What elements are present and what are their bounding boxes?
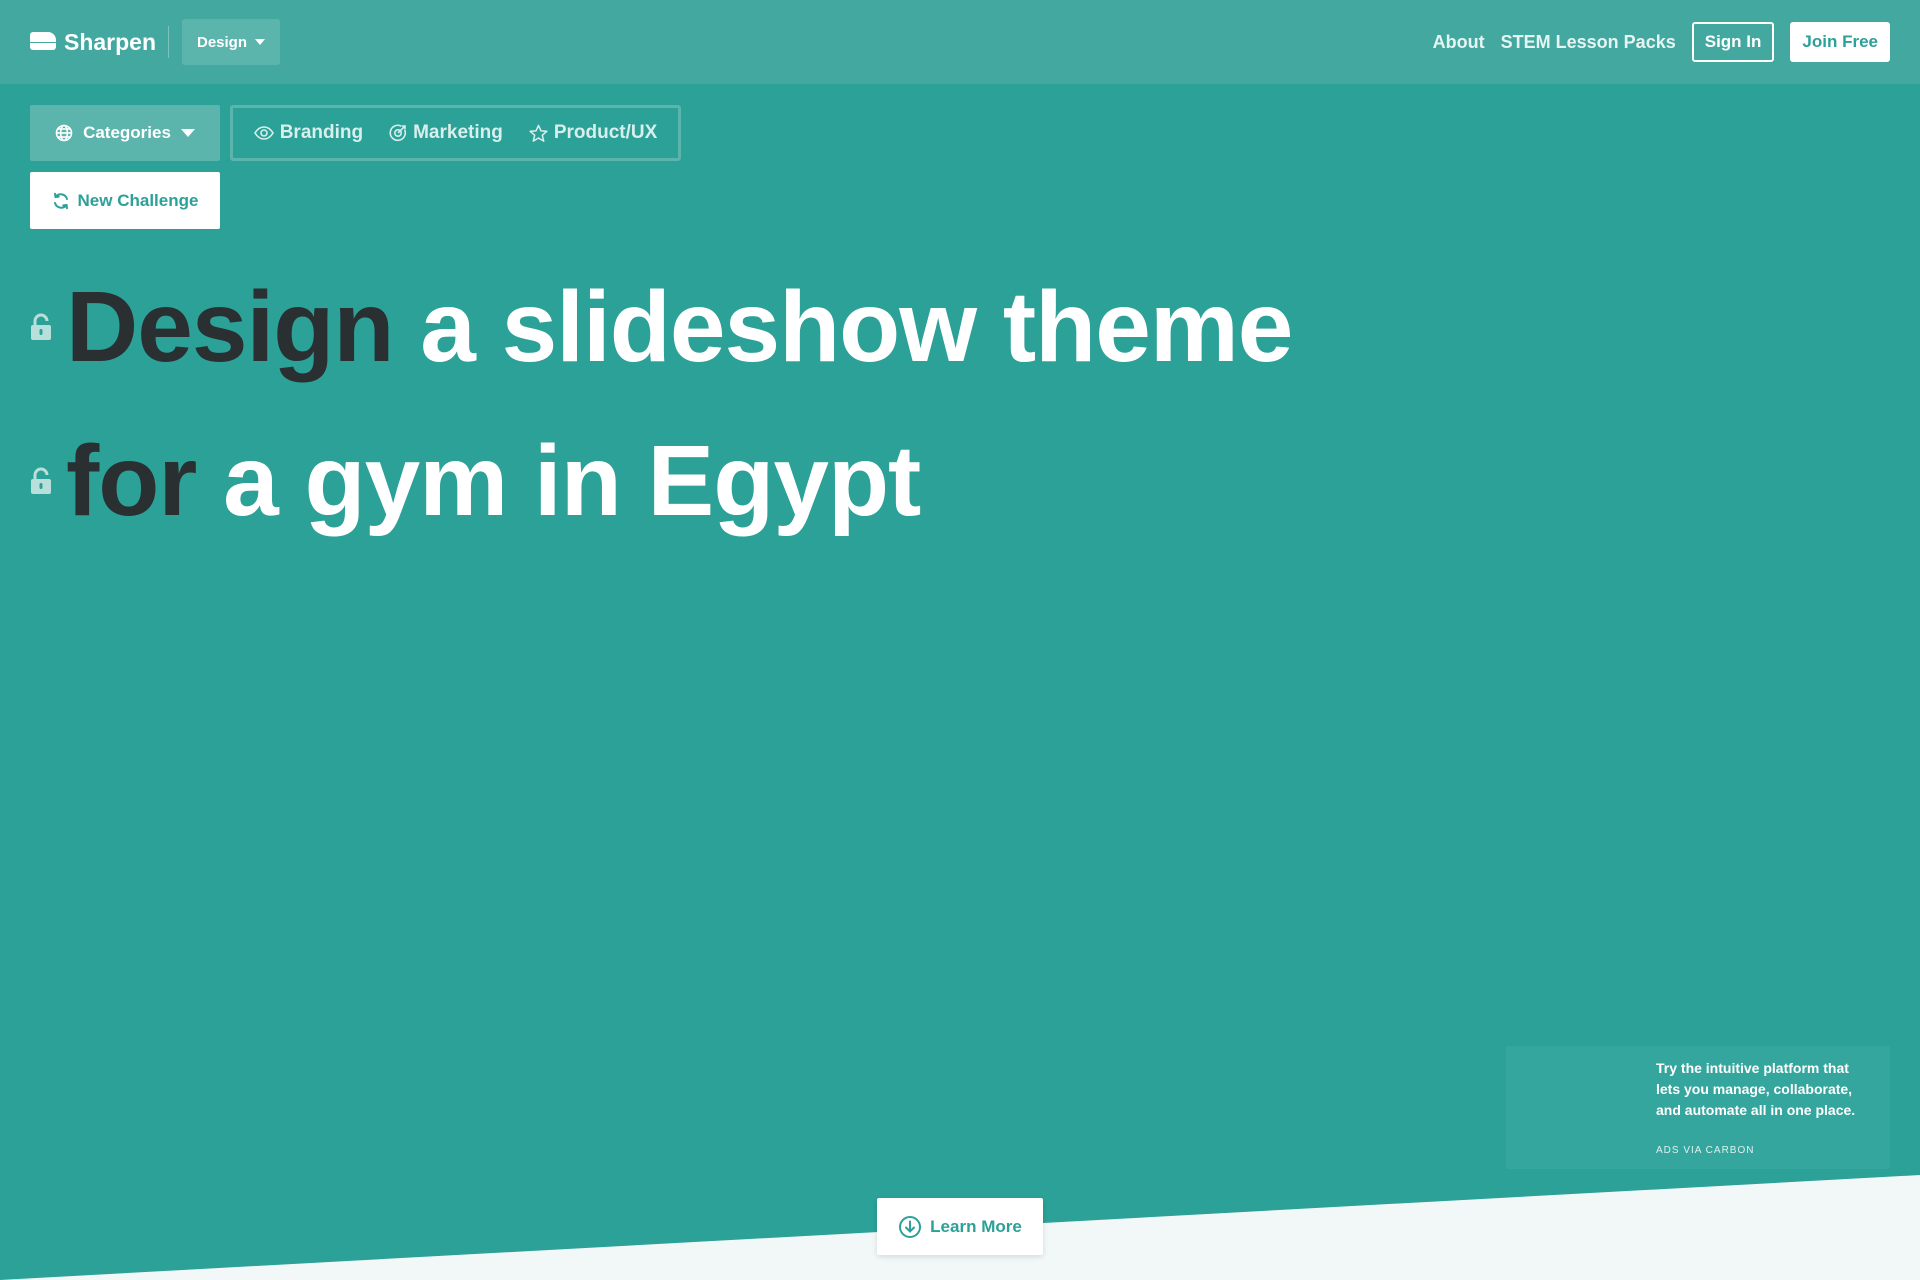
ad-label[interactable]: ADS VIA CARBON (1656, 1145, 1754, 1156)
category-product-ux[interactable]: Product/UX (529, 122, 657, 144)
globe-icon (55, 124, 73, 142)
logo-text: Sharpen (64, 28, 157, 55)
logo-icon (30, 32, 56, 52)
mode-dropdown[interactable]: Design (182, 19, 280, 65)
category-marketing[interactable]: Marketing (389, 122, 503, 144)
stem-lesson-packs-link[interactable]: STEM Lesson Packs (1501, 32, 1676, 53)
categories-label: Categories (83, 123, 171, 142)
about-link[interactable]: About (1433, 32, 1485, 53)
unlock-icon[interactable] (30, 467, 52, 495)
category-label: Product/UX (553, 122, 658, 143)
mode-dropdown-label: Design (196, 33, 247, 51)
prompt-headline-1: Design a slideshow theme (66, 271, 1293, 383)
learn-more-button[interactable]: Learn More (877, 1198, 1043, 1255)
target-icon (389, 124, 407, 142)
nav-divider (168, 26, 169, 58)
star-icon (529, 124, 548, 143)
arrow-down-circle-icon (898, 1215, 922, 1239)
prompt-client: a gym in Egypt (223, 425, 921, 537)
prompt-line-2: for a gym in Egypt (30, 425, 921, 537)
learn-more-label: Learn More (930, 1216, 1022, 1236)
nav-right: About STEM Lesson Packs Sign In Join Fre… (1433, 22, 1890, 62)
prompt-subject[interactable]: Design (66, 271, 394, 383)
unlock-icon[interactable] (30, 313, 52, 341)
category-branding[interactable]: Branding (253, 122, 364, 144)
category-label: Marketing (413, 122, 503, 143)
ad-text[interactable]: Try the intuitive platform that lets you… (1656, 1058, 1876, 1121)
caret-down-icon (180, 129, 195, 137)
category-label: Branding (279, 122, 364, 143)
prompt-deliverable: a slideshow theme (420, 271, 1293, 383)
sharpen-logo[interactable]: Sharpen (30, 26, 156, 58)
prompt-connector[interactable]: for (66, 425, 197, 537)
eye-icon (253, 126, 274, 140)
top-navigation: Sharpen Design About STEM Lesson Packs S… (0, 0, 1920, 84)
new-challenge-label: New Challenge (77, 190, 199, 210)
new-challenge-button[interactable]: New Challenge (30, 172, 220, 229)
category-filters: Branding Marketing Product/UX (230, 105, 681, 161)
sign-in-button[interactable]: Sign In (1691, 22, 1775, 62)
refresh-icon (52, 192, 70, 210)
carbon-ad[interactable]: Try the intuitive platform that lets you… (1506, 1046, 1890, 1169)
join-free-button[interactable]: Join Free (1790, 22, 1890, 62)
categories-dropdown[interactable]: Categories (30, 105, 220, 161)
caret-down-icon (255, 39, 265, 45)
prompt-headline-2: for a gym in Egypt (66, 425, 921, 537)
prompt-line-1: Design a slideshow theme (30, 271, 1293, 383)
